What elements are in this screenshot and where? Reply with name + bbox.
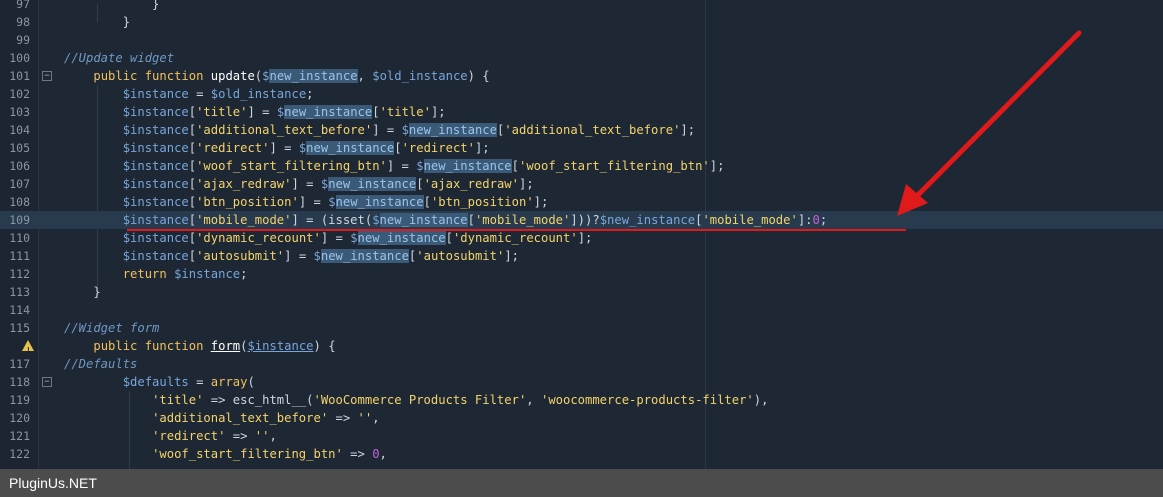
brand-label: PluginUs.NET xyxy=(9,475,97,491)
red-arrow-icon xyxy=(897,30,1082,216)
status-bar: PluginUs.NET xyxy=(0,469,1163,497)
code-editor[interactable]: 97 } 98 } 99 100//Update widget 101− pub… xyxy=(0,0,1163,469)
